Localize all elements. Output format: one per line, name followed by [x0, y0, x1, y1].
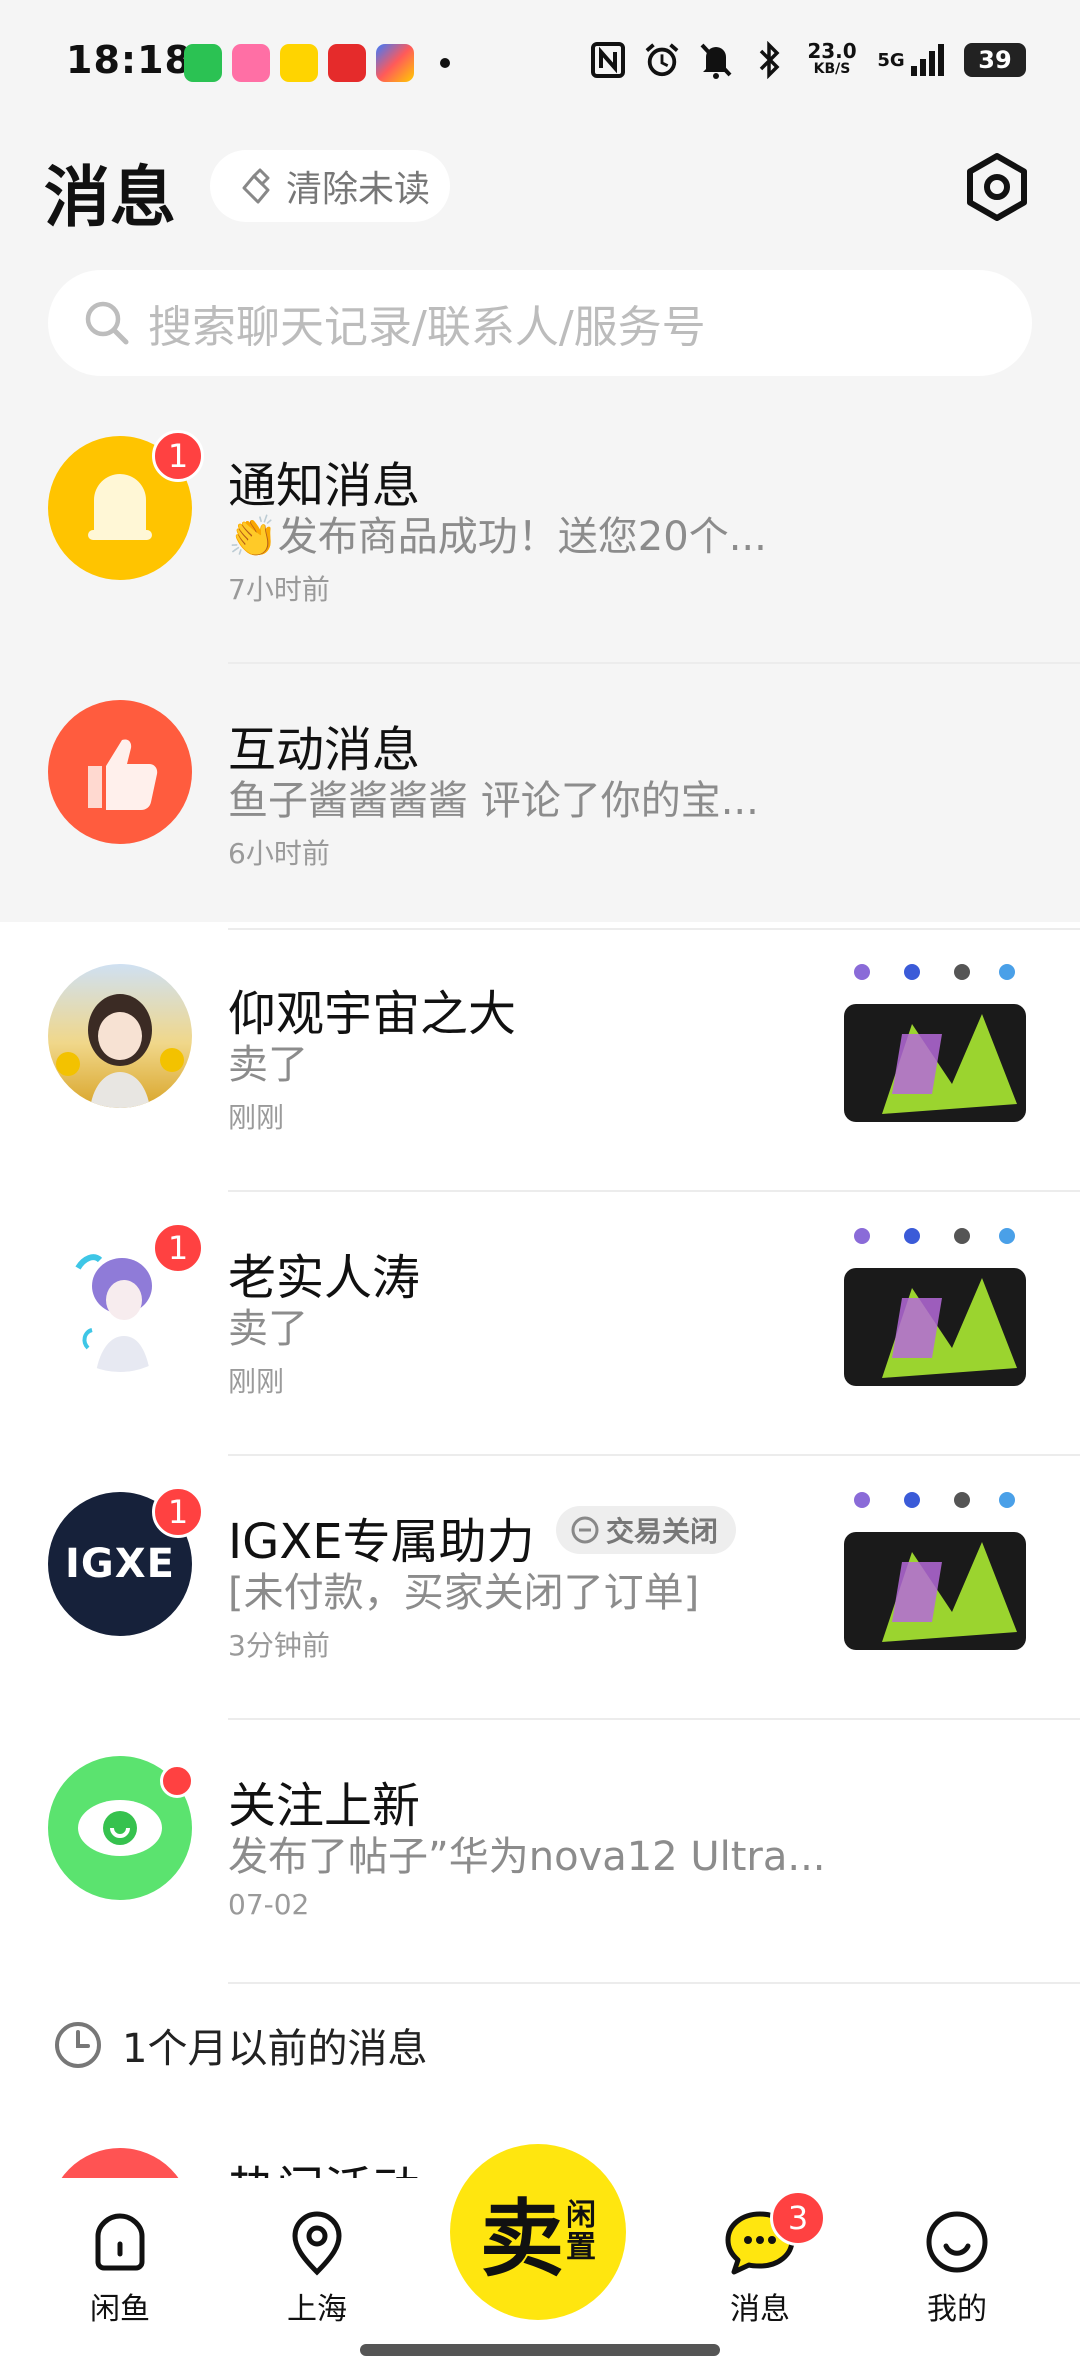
row-divider: [228, 1982, 1080, 1984]
wechat-icon: [184, 44, 222, 82]
star-app-icon: [376, 44, 414, 82]
search-placeholder: 搜索聊天记录/联系人/服务号: [148, 302, 706, 353]
conversation-follow-updates[interactable]: 关注上新 发布了帖子”华为nova12 Ultra... 07-02: [0, 1720, 1080, 1984]
conversation-preview: 发布了帖子”华为nova12 Ultra...: [228, 1834, 826, 1880]
product-image-icon: [842, 1228, 1028, 1388]
trade-closed-label: 交易关闭: [606, 1515, 719, 1548]
minus-circle-icon: [571, 1516, 599, 1544]
conversation-time: 6小时前: [228, 837, 330, 870]
unread-badge: 1: [152, 1222, 204, 1274]
product-image-icon: [842, 1492, 1028, 1652]
row-divider: [228, 928, 1080, 930]
clear-unread-button[interactable]: 清除未读: [210, 150, 450, 222]
dog-app-icon: [280, 44, 318, 82]
conversation-time: 刚刚: [228, 1365, 285, 1398]
product-thumbnail: [842, 964, 1028, 1124]
interaction-avatar: [48, 700, 192, 844]
messages-badge: 3: [770, 2190, 826, 2246]
status-bar: 18:18 23.0 KB/S 5G 39: [0, 0, 1080, 130]
tab-messages-label: 消息: [730, 2292, 790, 2327]
search-icon: [85, 301, 129, 345]
broom-icon: [242, 168, 270, 204]
signal-5g-icon: 5G: [876, 40, 946, 80]
conversation-igxe[interactable]: IGXE 1 IGXE专属助力 交易关闭 [未付款，买家关闭了订单] 3分钟前: [0, 1456, 1080, 1720]
older-messages-section: 1个月以前的消息: [52, 2016, 427, 2074]
network-speed: 23.0 KB/S: [807, 39, 857, 77]
tab-location[interactable]: 上海: [257, 2206, 377, 2346]
bilibili-icon: [232, 44, 270, 82]
tab-location-label: 上海: [287, 2292, 347, 2327]
user-avatar: [48, 964, 192, 1108]
tab-home[interactable]: 闲鱼: [60, 2206, 180, 2346]
settings-icon[interactable]: [962, 152, 1032, 222]
anime-girl-avatar-icon: [56, 994, 184, 1108]
conversation-user-1[interactable]: 仰观宇宙之大 卖了 刚刚: [0, 928, 1080, 1192]
conversation-preview: [未付款，买家关闭了订单]: [228, 1570, 700, 1616]
tab-home-label: 闲鱼: [90, 2292, 150, 2327]
product-thumbnail: [842, 1228, 1028, 1388]
conversation-notifications[interactable]: 1 通知消息 👏发布商品成功！送您20个... 7小时前: [0, 400, 1080, 664]
unread-badge: 1: [152, 430, 204, 482]
netease-music-icon: [328, 44, 366, 82]
smile-face-icon: [926, 2211, 988, 2273]
conversation-time: 07-02: [228, 1888, 310, 1921]
sell-main-label: 卖: [479, 2188, 564, 2288]
trade-closed-tag: 交易关闭: [556, 1506, 737, 1554]
conversation-preview: 👏发布商品成功！送您20个...: [228, 514, 767, 560]
sell-button[interactable]: 卖 闲 置: [450, 2144, 626, 2320]
alarm-icon: [644, 40, 680, 80]
conversation-time: 7小时前: [228, 573, 330, 606]
bluetooth-icon: [752, 40, 788, 80]
nfc-icon: [590, 40, 626, 80]
conversation-time: 刚刚: [228, 1101, 285, 1134]
conversation-preview: 卖了: [228, 1042, 308, 1088]
conversation-user-2[interactable]: 1 老实人涛 卖了 刚刚: [0, 1192, 1080, 1456]
thumbs-up-icon: [88, 739, 158, 810]
sell-small-label-1: 闲: [566, 2198, 596, 2233]
battery-indicator: 39: [964, 43, 1026, 77]
unread-badge: 1: [152, 1486, 204, 1538]
conversation-preview: 卖了: [228, 1306, 308, 1352]
unread-dot: [160, 1764, 194, 1798]
search-input[interactable]: 搜索聊天记录/联系人/服务号: [48, 270, 1032, 376]
location-pin-icon: [292, 2211, 342, 2276]
status-indicators: 23.0 KB/S 5G 39: [590, 40, 1026, 80]
tab-profile[interactable]: 我的: [897, 2206, 1017, 2346]
clock-icon: [55, 2022, 101, 2068]
home-indicator[interactable]: [360, 2344, 720, 2356]
home-icon: [95, 2213, 145, 2271]
conversation-interactions[interactable]: 互动消息 鱼子酱酱酱酱 评论了你的宝... 6小时前: [0, 664, 1080, 928]
tab-profile-label: 我的: [927, 2292, 987, 2327]
product-thumbnail: [842, 1492, 1028, 1652]
clear-unread-label: 清除未读: [286, 169, 431, 210]
more-notifications-icon: [440, 58, 450, 68]
older-messages-label: 1个月以前的消息: [122, 2026, 428, 2072]
product-image-icon: [842, 964, 1028, 1124]
conversation-preview: 鱼子酱酱酱酱 评论了你的宝...: [228, 778, 759, 824]
status-app-icons: [184, 44, 450, 82]
conversation-time: 3分钟前: [228, 1629, 330, 1662]
sell-small-label-2: 置: [566, 2230, 596, 2265]
status-time: 18:18: [66, 38, 192, 82]
mute-bell-icon: [698, 40, 734, 80]
igxe-logo-text: IGXE: [65, 1541, 175, 1587]
page-title: 消息: [44, 159, 176, 236]
